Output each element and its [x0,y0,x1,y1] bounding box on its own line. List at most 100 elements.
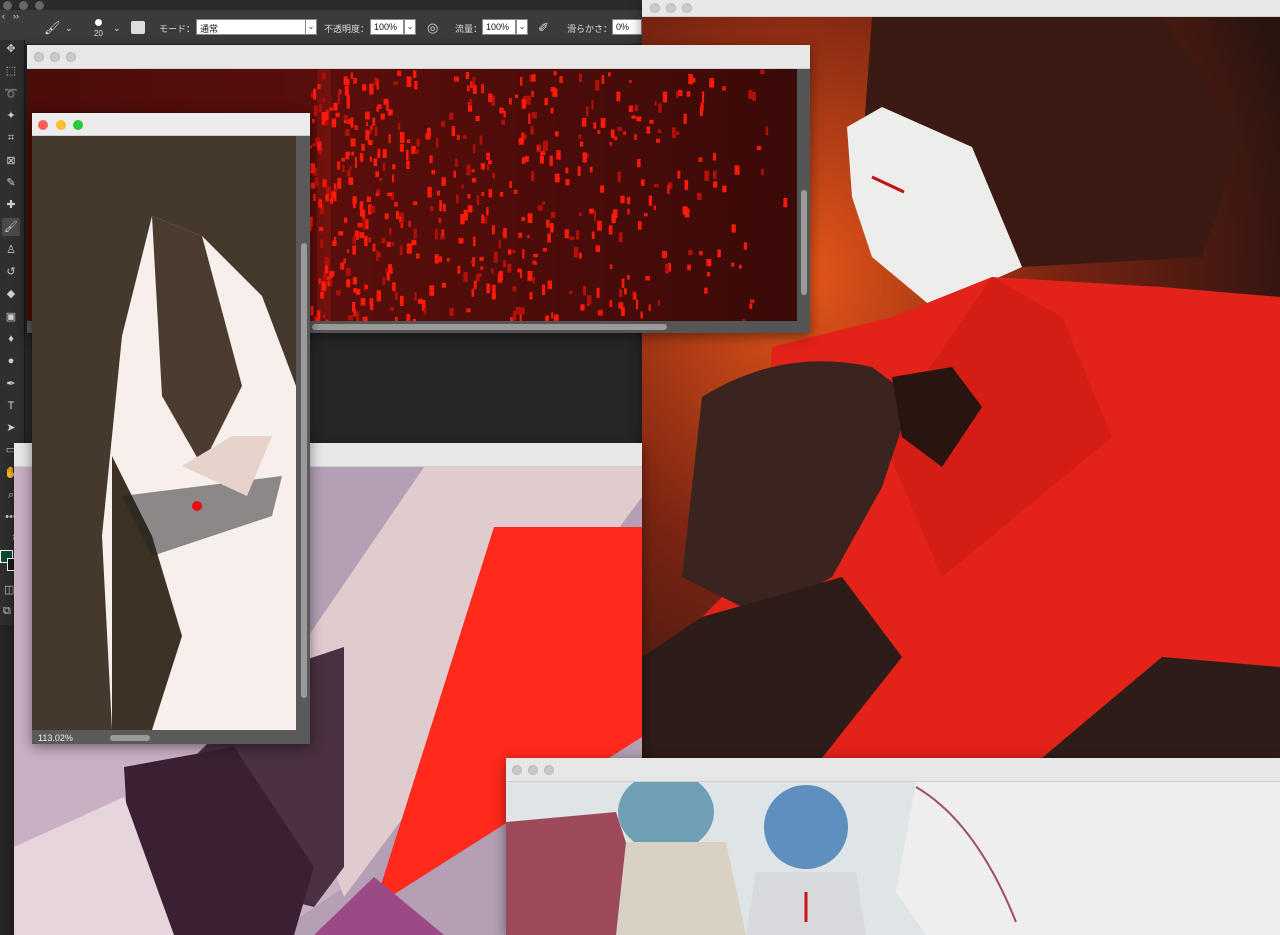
vertical-scrollbar[interactable] [801,190,807,295]
pressure-opacity-icon[interactable]: ◎ [427,21,438,34]
close-dot[interactable] [3,1,12,10]
opacity-field[interactable]: 100% [370,19,404,35]
brush-tool[interactable]: 🖌 [2,218,20,237]
minimize-button[interactable] [666,3,676,13]
particle-speck [382,277,386,285]
smoothing-field[interactable]: 0% [612,19,642,35]
close-button[interactable] [38,120,48,130]
particle-speck [521,217,525,221]
particle-speck [320,291,325,299]
particle-speck [704,170,710,181]
history-brush-tool[interactable]: ↺ [2,263,20,281]
particle-speck [463,271,468,282]
airbrush-icon[interactable]: ✐ [538,21,549,34]
chevron-down-icon[interactable]: ⌄ [65,22,73,35]
artwork-canvas[interactable] [506,772,1280,935]
minimize-dot[interactable] [19,1,28,10]
eyedropper-tool[interactable]: ✎ [2,174,20,192]
particle-speck [310,220,313,227]
particle-speck [578,73,582,82]
brush-settings-icon[interactable] [131,21,145,34]
opacity-caret-icon[interactable]: ⌄ [404,19,416,35]
flow-caret-icon[interactable]: ⌄ [516,19,528,35]
particle-speck [333,191,337,202]
window-titlebar[interactable] [642,0,1280,17]
pen-tool[interactable]: ✒ [2,375,20,393]
particle-speck [441,177,446,186]
move-tool[interactable]: ✥ [2,40,20,58]
options-bar: ‹ ›› 🖌 ⌄ 20 ⌄ モード： 通常 ⌄ 不透明度： 100% ⌄ ◎ 流… [0,10,642,45]
particle-speck [645,276,650,281]
particle-speck [397,70,402,76]
frame-tool[interactable]: ⊠ [2,152,20,170]
type-tool[interactable]: T [2,397,20,415]
minimize-button[interactable] [50,52,60,62]
expand-icon[interactable]: ›› [13,10,19,23]
brush-size-chevron-icon[interactable]: ⌄ [113,22,121,35]
flow-field[interactable]: 100% [482,19,516,35]
particle-speck [352,277,357,285]
particle-speck [333,102,338,111]
particle-speck [678,90,683,96]
artwork-blue-figures-image [506,772,1280,935]
mode-select-caret-icon[interactable]: ⌄ [305,19,317,35]
dodge-tool[interactable]: ● [2,352,20,370]
quick-mask-icon[interactable]: ◫ [4,583,14,596]
particle-speck [441,282,446,288]
particle-speck [376,290,381,302]
window-titlebar[interactable] [32,113,310,136]
particle-speck [434,228,438,240]
clone-stamp-tool[interactable]: ♙ [2,241,20,259]
particle-speck [486,152,490,160]
particle-speck [382,162,386,171]
magic-wand-tool[interactable]: ✦ [2,107,20,125]
marquee-tool[interactable]: ⬚ [2,62,20,80]
path-selection-tool[interactable]: ➤ [2,419,20,437]
document-window-zoom-detail[interactable]: 113.02% [32,113,310,744]
particle-speck [367,140,373,145]
particle-speck [416,138,420,147]
horizontal-scrollbar[interactable] [110,735,150,741]
particle-speck [434,254,439,264]
minimize-button[interactable] [528,765,538,775]
zoom-dot[interactable] [35,1,44,10]
zoom-button[interactable] [544,765,554,775]
document-window-blue-figures[interactable] [506,758,1280,935]
lasso-icon: ➰ [4,87,18,100]
particle-speck [722,86,726,91]
window-titlebar[interactable] [506,758,1280,782]
crop-tool[interactable]: ⌗ [2,129,20,147]
eraser-tool[interactable]: ◆ [2,285,20,303]
zoom-button[interactable] [66,52,76,62]
minimize-button[interactable] [56,120,66,130]
brush-tip-icon[interactable] [95,19,102,26]
particle-speck [314,177,319,187]
particle-speck [406,314,411,323]
particle-speck [399,216,402,222]
close-button[interactable] [650,3,660,13]
brush-preset-icon[interactable]: 🖌 [44,21,61,34]
mode-select[interactable]: 通常 [196,19,306,35]
artwork-canvas[interactable] [32,136,296,730]
stamp-icon: ♙ [6,243,16,256]
particle-speck [413,228,417,239]
particle-speck [398,122,401,131]
particle-speck [761,168,764,176]
gradient-tool[interactable]: ▣ [2,308,20,326]
horizontal-scrollbar[interactable] [312,324,667,330]
vertical-scrollbar[interactable] [301,243,307,698]
particle-speck [629,79,632,83]
window-titlebar[interactable] [27,45,810,69]
lasso-tool[interactable]: ➰ [2,85,20,103]
particle-speck [550,87,555,92]
blur-tool[interactable]: ♦ [2,330,20,348]
close-button[interactable] [512,765,522,775]
zoom-button[interactable] [682,3,692,13]
zoom-button[interactable] [73,120,83,130]
particle-speck [676,91,679,98]
particle-speck [542,284,546,296]
close-button[interactable] [34,52,44,62]
healing-brush-tool[interactable]: ✚ [2,196,20,214]
screen-mode-icon[interactable]: ⧉ [3,605,11,618]
collapse-icon[interactable]: ‹ [2,10,5,23]
